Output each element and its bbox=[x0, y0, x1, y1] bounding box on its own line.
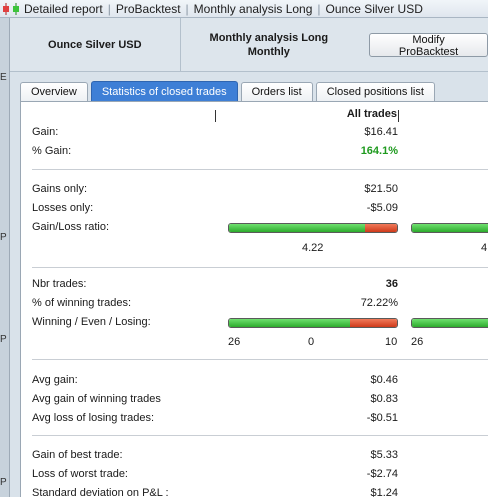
winning-even-losing-bar-next bbox=[411, 318, 488, 328]
section-divider bbox=[412, 267, 488, 268]
breadcrumb-instrument[interactable]: Ounce Silver USD bbox=[326, 2, 423, 16]
stat-value: 164.1% bbox=[360, 145, 398, 157]
stat-value: -$5.09 bbox=[366, 202, 398, 214]
section-divider bbox=[412, 359, 488, 360]
stat-value: -$0.51 bbox=[366, 412, 398, 424]
gain-loss-ratio-bar bbox=[228, 223, 398, 233]
stat-label: Avg loss of losing trades: bbox=[32, 412, 155, 424]
stat-label: Nbr trades: bbox=[32, 278, 87, 290]
stat-label: Standard deviation on P&L : bbox=[32, 487, 169, 497]
stat-label: % Gain: bbox=[32, 145, 72, 157]
stat-value: 72.22% bbox=[360, 297, 398, 309]
stat-row-avg-win: Avg gain of winning trades $0.83 bbox=[21, 391, 488, 409]
strip-label: E bbox=[0, 72, 7, 83]
stat-row-gains-only: Gains only: $21.50 bbox=[21, 181, 488, 199]
modify-probacktest-button[interactable]: Modify ProBacktest bbox=[369, 32, 488, 58]
breadcrumb-separator: | bbox=[107, 1, 111, 16]
tab-statistics-closed-trades[interactable]: Statistics of closed trades bbox=[90, 81, 238, 101]
stat-row-pct-gain: % Gain: 164.1% bbox=[21, 143, 488, 161]
stat-label: Loss of worst trade: bbox=[32, 468, 128, 480]
gain-bar-segment bbox=[412, 224, 488, 232]
strip-label: P bbox=[0, 477, 7, 488]
loss-bar-segment bbox=[364, 224, 397, 232]
stat-value: $21.50 bbox=[364, 183, 398, 195]
section-divider bbox=[32, 169, 412, 170]
stat-value: 36 bbox=[385, 278, 398, 290]
breadcrumb-separator: | bbox=[185, 1, 189, 16]
report-header: Ounce Silver USD Monthly analysis Long M… bbox=[10, 17, 488, 72]
candlestick-green-icon bbox=[13, 2, 19, 15]
losing-count: 10 bbox=[385, 336, 398, 348]
stat-label: % of winning trades: bbox=[32, 297, 132, 309]
winning-count-next: 26 bbox=[411, 336, 424, 348]
stat-value: $5.33 bbox=[370, 449, 398, 461]
window-titlebar: Detailed report | ProBacktest | Monthly … bbox=[0, 0, 488, 18]
stat-label: Avg gain: bbox=[32, 374, 78, 386]
stat-row-losses-only: Losses only: -$5.09 bbox=[21, 200, 488, 218]
stat-value: $0.46 bbox=[370, 374, 398, 386]
candlestick-icon bbox=[3, 2, 9, 15]
column-marker bbox=[215, 110, 216, 122]
stat-value: $1.24 bbox=[370, 487, 398, 497]
section-divider bbox=[32, 267, 412, 268]
even-count: 0 bbox=[308, 336, 315, 348]
losing-bar-segment bbox=[350, 319, 397, 327]
section-divider bbox=[412, 435, 488, 436]
gain-loss-ratio-bar-next bbox=[411, 223, 488, 233]
winning-bar-segment bbox=[412, 319, 488, 327]
winning-bar-segment bbox=[229, 319, 351, 327]
system-name-line1: Monthly analysis Long bbox=[209, 31, 329, 44]
system-name-line2: Monthly bbox=[247, 45, 290, 58]
section-divider bbox=[412, 169, 488, 170]
winning-count: 26 bbox=[228, 336, 241, 348]
strip-label: P bbox=[0, 334, 7, 345]
breadcrumb-detailed-report[interactable]: Detailed report bbox=[24, 2, 103, 16]
stat-row-gain: Gain: $16.41 bbox=[21, 124, 488, 142]
stat-row-avg-gain: Avg gain: $0.46 bbox=[21, 372, 488, 390]
stat-row-best-trade: Gain of best trade: $5.33 bbox=[21, 447, 488, 465]
statistics-panel: All trades Gain: $16.41 % Gain: 164.1% G… bbox=[20, 101, 488, 497]
system-name: Monthly analysis Long Monthly bbox=[181, 31, 357, 59]
tab-closed-positions-list[interactable]: Closed positions list bbox=[315, 82, 435, 101]
stat-row-avg-loss: Avg loss of losing trades: -$0.51 bbox=[21, 410, 488, 428]
instrument-name: Ounce Silver USD bbox=[10, 17, 181, 72]
section-divider bbox=[32, 435, 412, 436]
column-marker bbox=[398, 110, 399, 122]
stat-label: Gain: bbox=[32, 126, 59, 138]
report-tabs: Overview Statistics of closed trades Ord… bbox=[20, 81, 438, 101]
stat-label: Winning / Even / Losing: bbox=[32, 316, 151, 328]
section-divider bbox=[32, 359, 412, 360]
stat-label: Gain/Loss ratio: bbox=[32, 221, 110, 233]
stat-value: $0.83 bbox=[370, 393, 398, 405]
stat-label: Gain of best trade: bbox=[32, 449, 123, 461]
stat-label: Avg gain of winning trades bbox=[32, 393, 161, 405]
stat-row-pct-winning: % of winning trades: 72.22% bbox=[21, 295, 488, 313]
gain-bar-segment bbox=[229, 224, 365, 232]
breadcrumb-probacktest[interactable]: ProBacktest bbox=[116, 2, 181, 16]
tab-orders-list[interactable]: Orders list bbox=[240, 82, 313, 101]
stat-value: $16.41 bbox=[364, 126, 398, 138]
breadcrumb-separator: | bbox=[317, 1, 321, 16]
stat-value: -$2.74 bbox=[366, 468, 398, 480]
column-header-all-trades: All trades bbox=[346, 108, 397, 120]
strip-label: P bbox=[0, 232, 7, 243]
stat-label: Losses only: bbox=[32, 202, 94, 214]
breadcrumb-system[interactable]: Monthly analysis Long bbox=[194, 2, 313, 16]
stat-label: Gains only: bbox=[32, 183, 88, 195]
gain-loss-ratio-next-value: 4 bbox=[481, 242, 488, 254]
stat-row-stddev: Standard deviation on P&L : $1.24 bbox=[21, 485, 488, 497]
tab-overview[interactable]: Overview bbox=[20, 82, 88, 101]
background-window-strip: E P P P bbox=[0, 18, 10, 497]
stat-row-worst-trade: Loss of worst trade: -$2.74 bbox=[21, 466, 488, 484]
winning-even-losing-bar bbox=[228, 318, 398, 328]
gain-loss-ratio-value: 4.22 bbox=[302, 242, 324, 254]
stat-row-nbr-trades: Nbr trades: 36 bbox=[21, 276, 488, 294]
